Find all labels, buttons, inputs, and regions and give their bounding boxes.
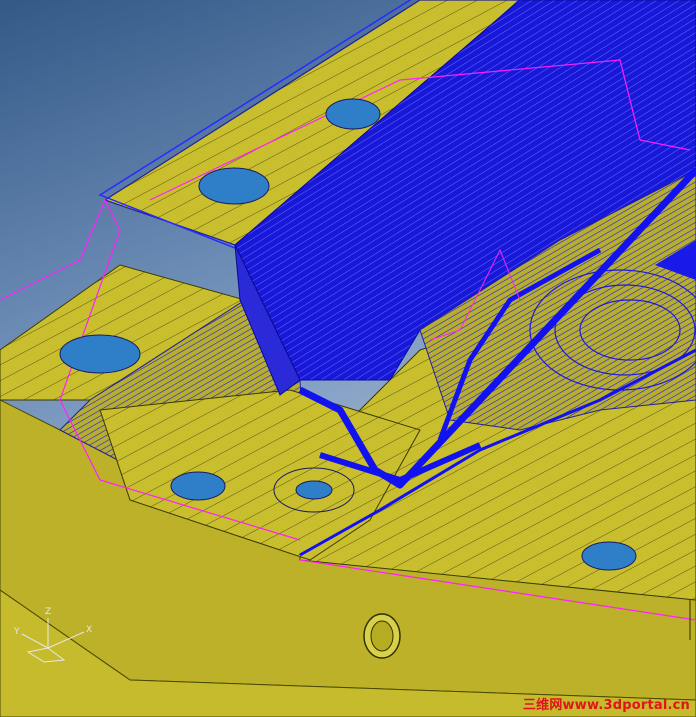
hole-rail-1 (325, 98, 381, 130)
hole-pocket-2 (295, 480, 333, 500)
z-axis-label: Z (45, 607, 51, 617)
mold-toolpath-scene[interactable] (0, 0, 696, 717)
x-axis (47, 631, 85, 649)
axis-triad: Z X Y (13, 607, 92, 663)
y-axis-label: Y (13, 627, 20, 637)
x-axis-label: X (86, 625, 92, 635)
front-bore-inner (370, 620, 394, 652)
hole-step-left (59, 334, 141, 374)
site-watermark: 三维网www.3dportal.cn (522, 698, 690, 713)
hole-pocket-1 (170, 471, 226, 501)
hole-top-right (581, 541, 637, 571)
triad-base (26, 647, 66, 663)
y-axis (21, 633, 49, 649)
hole-rail-2 (198, 167, 270, 205)
cad-3d-viewport[interactable]: Z X Y 三维网www.3dportal.cn (0, 0, 696, 717)
